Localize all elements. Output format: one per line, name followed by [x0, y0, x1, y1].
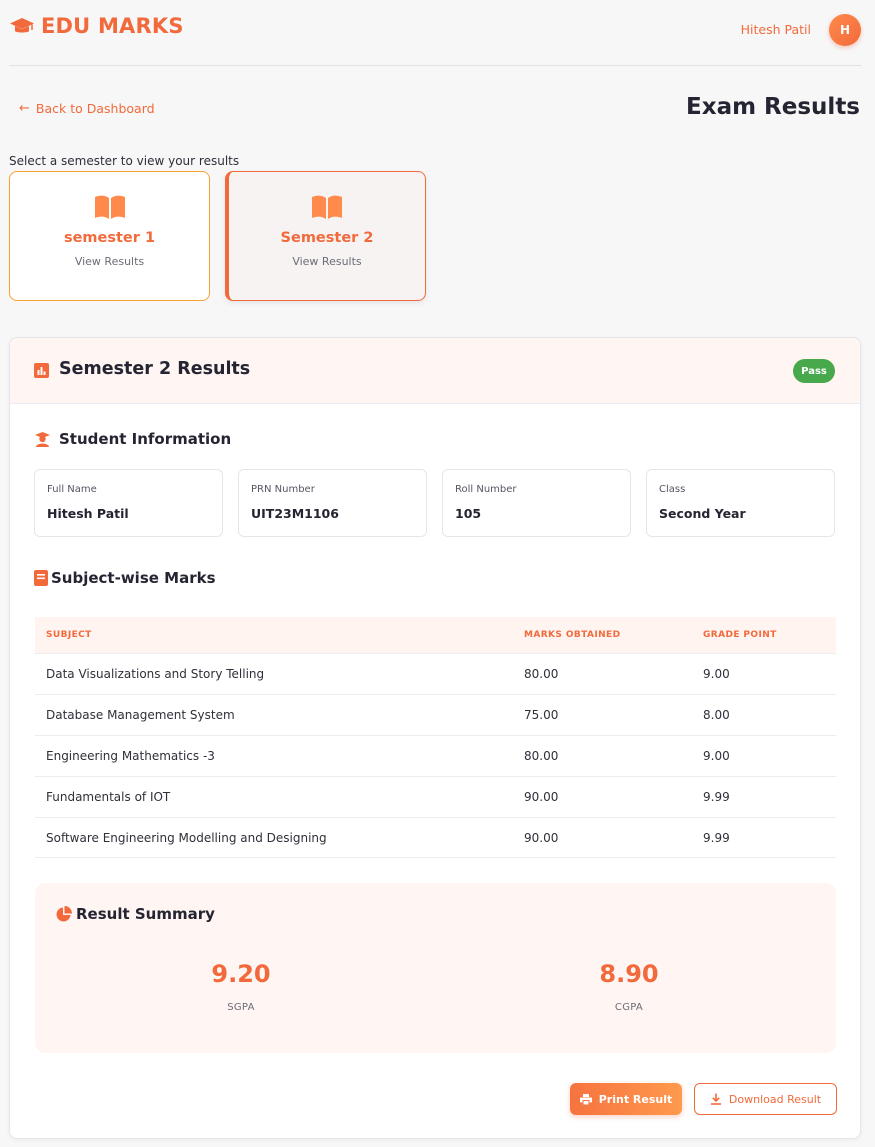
cell-marks: 90.00	[524, 790, 559, 804]
cell-grade: 9.00	[703, 667, 730, 681]
subject-marks-title: Subject-wise Marks	[51, 569, 216, 587]
cell-marks: 80.00	[524, 749, 559, 763]
table-header-row: SUBJECT MARKS OBTAINED GRADE POINT	[35, 617, 836, 653]
header-divider	[9, 65, 861, 66]
sgpa-metric: 9.20 SGPA	[181, 960, 301, 1013]
cell-subject: Database Management System	[46, 708, 235, 722]
info-full-name: Full Name Hitesh Patil	[34, 469, 223, 537]
info-value: UIT23M1106	[251, 506, 339, 521]
top-bar: EDU MARKS Hitesh Patil H	[0, 0, 875, 57]
cell-marks: 75.00	[524, 708, 559, 722]
user-name[interactable]: Hitesh Patil	[741, 22, 811, 37]
page-title: Exam Results	[686, 94, 860, 120]
student-info-title: Student Information	[59, 430, 232, 448]
cell-subject: Engineering Mathematics -3	[46, 749, 215, 763]
semester-card-title: Semester 2	[280, 230, 374, 246]
results-header: Semester 2 Results Pass	[10, 338, 860, 404]
table-row: Software Engineering Modelling and Desig…	[35, 817, 836, 858]
cgpa-metric: 8.90 CGPA	[569, 960, 689, 1013]
graduation-cap-icon	[10, 18, 34, 33]
marks-table: SUBJECT MARKS OBTAINED GRADE POINT Data …	[35, 617, 836, 858]
book-open-icon	[94, 195, 125, 219]
info-value: Hitesh Patil	[47, 506, 129, 521]
sgpa-value: 9.20	[211, 960, 271, 988]
semester-card-subtitle: View Results	[292, 255, 362, 268]
status-badge: Pass	[793, 359, 835, 383]
info-class: Class Second Year	[646, 469, 835, 537]
cell-grade: 9.00	[703, 749, 730, 763]
semester-select-hint: Select a semester to view your results	[9, 154, 240, 168]
pie-chart-icon	[56, 905, 72, 921]
info-label: PRN Number	[251, 484, 315, 495]
print-result-label: Print Result	[598, 1092, 673, 1106]
book-open-icon	[312, 195, 342, 219]
arrow-left-icon: ←	[19, 101, 30, 116]
back-to-dashboard-link[interactable]: ← Back to Dashboard	[19, 101, 155, 116]
result-summary-title: Result Summary	[76, 905, 215, 923]
semester-card-title: semester 1	[63, 230, 156, 246]
download-result-label: Download Result	[728, 1092, 822, 1106]
results-panel: Semester 2 Results Pass Student Informat…	[9, 337, 861, 1139]
cell-subject: Software Engineering Modelling and Desig…	[46, 830, 327, 845]
printer-icon	[579, 1093, 592, 1105]
semester-card-2[interactable]: Semester 2 View Results	[225, 171, 426, 301]
table-row: Engineering Mathematics -3 80.00 9.00	[35, 735, 836, 776]
semester-card-subtitle: View Results	[74, 255, 145, 268]
info-label: Full Name	[47, 484, 97, 495]
result-summary: Result Summary 9.20 SGPA 8.90 CGPA	[35, 883, 836, 1053]
info-prn-number: PRN Number UIT23M1106	[238, 469, 427, 537]
subject-marks-heading: Subject-wise Marks	[34, 569, 216, 587]
cell-grade: 8.00	[703, 708, 730, 722]
cell-grade: 9.99	[703, 830, 730, 845]
info-value: Second Year	[659, 506, 746, 521]
info-label: Roll Number	[455, 484, 517, 495]
download-result-button[interactable]: Download Result	[694, 1083, 837, 1115]
brand-name: EDU MARKS	[41, 14, 184, 38]
result-summary-heading: Result Summary	[55, 905, 215, 923]
avatar[interactable]: H	[829, 14, 861, 46]
info-value: 105	[455, 506, 482, 521]
column-header-marks: MARKS OBTAINED	[524, 630, 621, 640]
sgpa-label: SGPA	[227, 1002, 255, 1013]
brand-logo[interactable]: EDU MARKS	[9, 14, 184, 38]
info-roll-number: Roll Number 105	[442, 469, 631, 537]
student-info-heading: Student Information	[34, 430, 231, 448]
download-icon	[710, 1093, 721, 1105]
graduate-user-icon	[35, 431, 50, 447]
column-header-subject: SUBJECT	[46, 630, 92, 640]
print-result-button[interactable]: Print Result	[570, 1083, 682, 1115]
results-title: Semester 2 Results	[59, 359, 251, 379]
table-row: Fundamentals of IOT 90.00 9.99	[35, 776, 836, 817]
cell-marks: 90.00	[524, 830, 559, 845]
book-icon	[34, 570, 48, 586]
cell-subject: Data Visualizations and Story Telling	[46, 667, 265, 681]
cell-grade: 9.99	[703, 790, 730, 804]
table-row: Database Management System 75.00 8.00	[35, 694, 836, 735]
cell-subject: Fundamentals of IOT	[46, 790, 171, 804]
column-header-grade: GRADE POINT	[703, 630, 777, 640]
bar-chart-icon	[34, 363, 49, 378]
info-label: Class	[659, 484, 686, 495]
back-link-label: Back to Dashboard	[35, 101, 155, 116]
cgpa-value: 8.90	[599, 960, 659, 988]
semester-card-1[interactable]: semester 1 View Results	[9, 171, 210, 301]
cell-marks: 80.00	[524, 667, 559, 681]
table-row: Data Visualizations and Story Telling 80…	[35, 653, 836, 694]
cgpa-label: CGPA	[614, 1002, 644, 1013]
